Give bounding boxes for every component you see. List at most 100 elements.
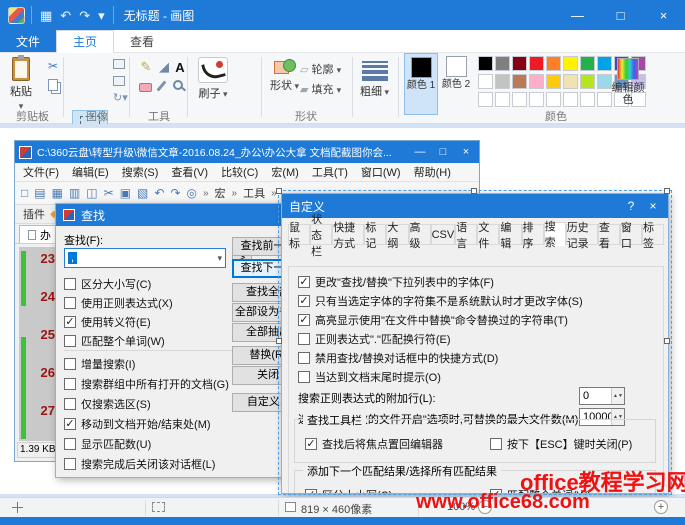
checkbox-option[interactable]: ✓ 只有当选定字体的字符集不是系统默认时才更改字体(S) — [298, 293, 583, 309]
editor-menu-item[interactable]: 查看(V) — [171, 164, 208, 180]
customize-tab[interactable]: 标记 — [364, 222, 387, 250]
undo-icon[interactable]: ↶ — [154, 186, 164, 200]
fill-button[interactable]: ▰ 填充 ▾ — [300, 81, 341, 97]
palette-swatch[interactable] — [563, 56, 578, 71]
palette-swatch-empty[interactable] — [580, 92, 595, 107]
editor-maximize-button[interactable]: □ — [434, 146, 452, 158]
selection-handle[interactable] — [664, 188, 670, 194]
checkbox-option[interactable]: 匹配整个单词(W) — [64, 333, 165, 349]
crop-icon[interactable] — [113, 59, 125, 69]
find-icon[interactable]: ◎ — [187, 186, 197, 200]
palette-swatch[interactable] — [529, 56, 544, 71]
customize-tab[interactable]: 状态栏 — [310, 214, 333, 258]
redo-icon[interactable]: ↷ — [170, 186, 180, 200]
open-file-icon[interactable]: ▤ — [34, 186, 45, 200]
editor-menu-item[interactable]: 宏(M) — [271, 164, 299, 180]
checkbox-option[interactable]: 增量搜索(I) — [64, 356, 135, 372]
editor-menu-item[interactable]: 帮助(H) — [414, 164, 451, 180]
print-preview-icon[interactable]: ◫ — [86, 186, 97, 200]
customize-tab[interactable]: 搜索 — [543, 221, 566, 249]
toolbar-overflow-icon[interactable]: » — [232, 188, 238, 199]
print-icon[interactable]: ▥ — [69, 186, 80, 200]
qat-more-icon[interactable]: ▾ — [98, 9, 105, 22]
editor-menu-item[interactable]: 文件(F) — [23, 164, 59, 180]
fill-bucket-icon[interactable]: ◢ — [156, 59, 172, 75]
checkbox-option[interactable]: ✓ 区分大小写(C) — [305, 487, 392, 493]
customize-help-button[interactable]: ? — [623, 199, 639, 213]
pencil-icon[interactable]: ✎ — [138, 59, 154, 75]
customize-tab[interactable]: 高级 — [408, 222, 431, 250]
macro-toolbar-label[interactable]: 宏 — [215, 185, 226, 201]
palette-swatch[interactable] — [580, 56, 595, 71]
customize-tab[interactable]: 窗口 — [619, 222, 642, 250]
palette-swatch-empty[interactable] — [529, 92, 544, 107]
edit-colors-button[interactable]: 编辑颜色 — [608, 58, 648, 106]
tab-view[interactable]: 查看 — [114, 30, 170, 52]
editor-menu-item[interactable]: 搜索(S) — [122, 164, 159, 180]
color1-button[interactable]: 颜色 1 — [404, 53, 438, 115]
outline-button[interactable]: ▱ 轮廓 ▾ — [300, 61, 341, 77]
minimize-button[interactable]: — — [556, 0, 599, 30]
checkbox-option[interactable]: 当达到文档末尾时提示(O) — [298, 369, 441, 385]
maximize-button[interactable]: □ — [599, 0, 642, 30]
customize-tab[interactable]: 历史记录 — [565, 222, 598, 250]
palette-swatch[interactable] — [529, 74, 544, 89]
palette-swatch[interactable] — [495, 74, 510, 89]
palette-swatch-empty[interactable] — [478, 92, 493, 107]
palette-swatch-empty[interactable] — [495, 92, 510, 107]
checkbox-option[interactable]: 正则表达式"."匹配换行符(E) — [298, 331, 451, 347]
checkbox-option[interactable]: 区分大小写(C) — [64, 276, 151, 292]
close-button[interactable]: × — [642, 0, 685, 30]
palette-swatch[interactable] — [478, 74, 493, 89]
checkbox-option[interactable]: 显示匹配数(U) — [64, 436, 151, 452]
tab-home[interactable]: 主页 — [56, 30, 115, 53]
palette-swatch[interactable] — [495, 56, 510, 71]
save-icon[interactable]: ▦ — [52, 186, 63, 200]
palette-swatch[interactable] — [512, 74, 527, 89]
palette-swatch[interactable] — [563, 74, 578, 89]
copy-icon[interactable] — [48, 79, 58, 91]
customize-tab[interactable]: 大纲 — [386, 222, 409, 250]
checkbox-option[interactable]: 仅搜索选区(S) — [64, 396, 151, 412]
customize-tab[interactable]: 标签 — [642, 222, 665, 250]
color-picker-icon[interactable] — [156, 80, 167, 92]
size-button[interactable]: 粗细 ▾ — [360, 61, 389, 99]
checkbox-option[interactable]: ✓ 移动到文档开始/结束处(M) — [64, 416, 211, 432]
checkbox-option[interactable]: 按下【ESC】键时关闭(P) — [490, 436, 632, 452]
toolbar-overflow-icon[interactable]: » — [203, 188, 209, 199]
editor-menu-item[interactable]: 工具(T) — [312, 164, 348, 180]
checkbox-option[interactable]: ✓ 更改"查找/替换"下拉列表中的字体(F) — [298, 274, 494, 290]
editor-menu-item[interactable]: 比较(C) — [221, 164, 258, 180]
save-icon[interactable]: ▦ — [40, 9, 52, 22]
customize-tab[interactable]: 排序 — [521, 222, 544, 250]
tools-toolbar-label[interactable]: 工具 — [243, 185, 265, 201]
customize-close-button[interactable]: × — [645, 199, 661, 213]
palette-swatch[interactable] — [512, 56, 527, 71]
palette-swatch[interactable] — [546, 74, 561, 89]
customize-tab[interactable]: 鼠标 — [288, 222, 311, 250]
tab-file[interactable]: 文件 — [0, 30, 57, 52]
undo-icon[interactable]: ↶ — [60, 9, 71, 22]
customize-tab[interactable]: 编辑 — [499, 222, 522, 250]
checkbox-option[interactable]: 搜索群组中所有打开的文档(G) — [64, 376, 229, 392]
editor-menu-item[interactable]: 窗口(W) — [361, 164, 401, 180]
checkbox-option[interactable]: ✓ 使用转义符(E) — [64, 314, 151, 330]
eraser-icon[interactable] — [139, 83, 152, 92]
text-tool-icon[interactable]: A — [172, 59, 188, 75]
spin-field-input[interactable]: 0 ▲▼ — [579, 387, 625, 405]
rotate-icon[interactable]: ↻▾ — [113, 91, 128, 104]
checkbox-option[interactable]: 使用正则表达式(X) — [64, 295, 173, 311]
palette-swatch-empty[interactable] — [546, 92, 561, 107]
magnifier-icon[interactable] — [173, 80, 183, 90]
editor-close-button[interactable]: × — [457, 146, 475, 158]
brush-button[interactable]: 刷子 ▾ — [198, 57, 228, 101]
customize-tab[interactable]: 查看 — [597, 222, 620, 250]
checkbox-option[interactable]: 搜索完成后关闭该对话框(L) — [64, 456, 215, 472]
combo-dropdown-icon[interactable]: ▾ — [217, 253, 222, 264]
selection-handle[interactable] — [276, 188, 282, 194]
cut-icon[interactable]: ✂ — [48, 59, 58, 73]
selection-handle[interactable] — [276, 338, 282, 344]
resize-icon[interactable] — [113, 76, 125, 86]
palette-swatch-empty[interactable] — [563, 92, 578, 107]
cut-icon[interactable]: ✂ — [104, 186, 114, 200]
